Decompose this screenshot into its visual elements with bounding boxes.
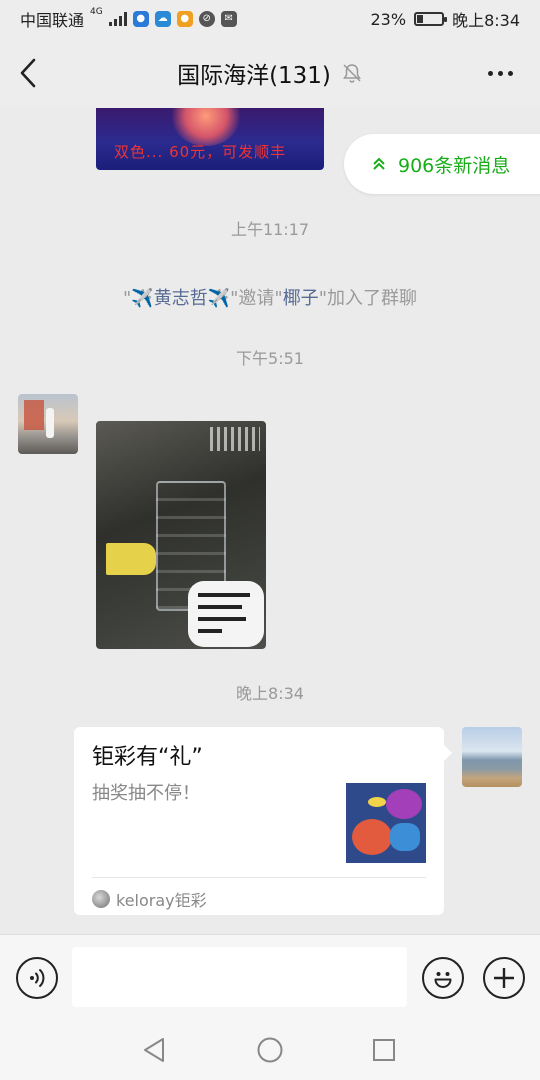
my-avatar[interactable]	[462, 727, 522, 787]
status-bar: 中国联通 4G ● ☁ ● ⊘ ✉ 23% 晚上8:34	[0, 0, 540, 38]
timestamp: 下午5:51	[236, 349, 304, 368]
chevron-left-icon	[20, 58, 36, 88]
more-options-button[interactable]	[480, 60, 520, 86]
system-text: "邀请"	[230, 288, 283, 309]
system-navigation-bar	[0, 1020, 540, 1080]
double-chevron-up-icon	[373, 157, 385, 170]
card-source-label: keloray钜彩	[116, 891, 207, 910]
avatar-building	[24, 400, 44, 430]
photo-note-card	[188, 581, 264, 647]
invitee-name-link[interactable]: 椰子	[283, 288, 319, 309]
card-description: 抽奖抽不停！	[92, 783, 200, 804]
new-messages-label: 906条新消息	[398, 154, 511, 177]
system-back-button[interactable]	[140, 1036, 168, 1064]
photo-text-overlay	[210, 427, 260, 451]
voice-icon	[30, 969, 45, 987]
browser-notification-icon: ⊘	[198, 11, 215, 27]
sender-avatar[interactable]	[18, 394, 78, 454]
chat-title: 国际海洋(131)	[177, 63, 331, 89]
cloud-notification-icon: ☁	[154, 11, 171, 27]
avatar-person	[46, 408, 54, 438]
system-text: "加入了群聊	[318, 288, 417, 309]
system-message: "✈️黄志哲✈️"邀请"椰子"加入了群聊	[0, 284, 540, 310]
plus-icon	[494, 968, 514, 988]
card-source: keloray钜彩	[92, 887, 207, 911]
image-message[interactable]	[96, 421, 266, 649]
message-notification-icon: ✉	[220, 11, 237, 27]
inviter-name-link[interactable]: ✈️黄志哲✈️	[131, 288, 230, 309]
image-message-partial[interactable]: 双色... 60元，可发顺丰	[96, 108, 324, 170]
battery-percent: 23%	[370, 9, 407, 29]
square-recents-icon	[373, 1039, 395, 1061]
card-title: 钜彩有“礼”	[92, 745, 203, 770]
app-notification-icon: ●	[132, 11, 149, 27]
network-label: 4G	[90, 7, 103, 17]
battery-icon	[414, 12, 448, 26]
clock: 晚上8:34	[452, 11, 520, 30]
input-bar	[0, 934, 540, 1020]
chat-title-group: 国际海洋(131)	[0, 38, 540, 108]
more-functions-button[interactable]	[483, 957, 525, 999]
triangle-back-icon	[144, 1038, 164, 1062]
mute-bell-icon	[343, 64, 361, 83]
timestamp: 晚上8:34	[236, 684, 304, 703]
source-logo-icon	[92, 890, 110, 908]
dot-icon	[497, 70, 503, 76]
new-messages-button[interactable]: 906条新消息	[344, 134, 540, 194]
app-notification-icon-2: ●	[176, 11, 193, 27]
card-divider	[92, 877, 426, 878]
emoji-button[interactable]	[422, 957, 464, 999]
system-recents-button[interactable]	[370, 1036, 398, 1064]
carrier-label: 中国联通	[20, 11, 85, 30]
link-card-message[interactable]: 钜彩有“礼” 抽奖抽不停！ keloray钜彩	[74, 727, 452, 915]
chat-header: 国际海洋(131)	[0, 38, 540, 108]
back-button[interactable]	[0, 38, 56, 108]
dot-icon	[507, 70, 513, 76]
voice-input-button[interactable]	[16, 957, 58, 999]
photo-price-tag	[106, 543, 156, 575]
status-left: 中国联通 4G ● ☁ ● ⊘ ✉	[20, 7, 237, 31]
circle-home-icon	[257, 1037, 283, 1063]
message-input[interactable]	[72, 947, 407, 1007]
timestamp: 上午11:17	[230, 220, 310, 239]
emoji-icon	[434, 972, 452, 988]
image-caption: 双色... 60元，可发顺丰	[114, 143, 287, 161]
signal-icon	[108, 12, 127, 26]
system-home-button[interactable]	[256, 1036, 284, 1064]
status-right: 23% 晚上8:34	[371, 7, 521, 31]
card-thumbnail	[346, 783, 426, 863]
dot-icon	[487, 70, 493, 76]
chat-messages[interactable]: 双色... 60元，可发顺丰 906条新消息 上午11:17 "✈️黄志哲✈️"…	[0, 108, 540, 934]
